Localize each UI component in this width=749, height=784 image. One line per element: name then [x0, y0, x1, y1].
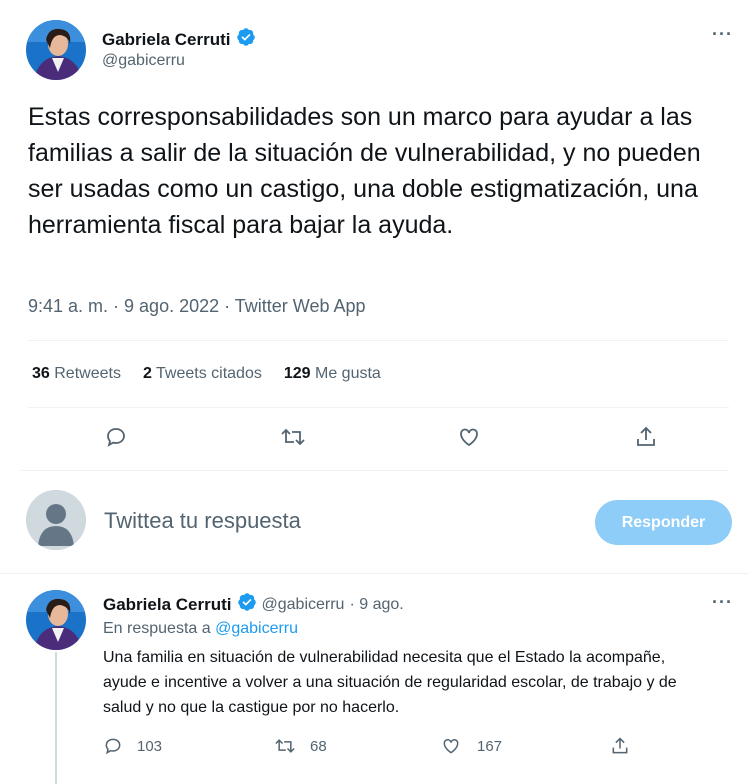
share-icon[interactable]: [610, 736, 630, 756]
tweet-timestamp[interactable]: 9:41 a. m. · 9 ago. 2022 · Twitter Web A…: [28, 296, 366, 317]
divider: [0, 573, 749, 574]
verified-badge-icon: [237, 592, 257, 617]
retweets-stat[interactable]: 36 Retweets: [32, 365, 121, 383]
author-handle[interactable]: @gabicerru: [102, 52, 185, 70]
retweet-icon[interactable]: [274, 736, 296, 756]
reply-action[interactable]: 103: [103, 736, 162, 756]
like-icon[interactable]: [441, 736, 461, 756]
reply-date[interactable]: · 9 ago.: [349, 596, 403, 614]
retweet-action[interactable]: 68: [274, 736, 327, 756]
reply-count: 103: [137, 737, 163, 755]
like-icon[interactable]: [457, 425, 481, 449]
reply-author-avatar[interactable]: [26, 590, 86, 650]
default-avatar-icon: [26, 490, 86, 550]
more-icon[interactable]: ···: [712, 592, 733, 613]
in-reply-to: En respuesta a @gabicerru: [103, 620, 299, 637]
reply-author-name[interactable]: Gabriela Cerruti: [103, 595, 232, 615]
like-action[interactable]: 167: [441, 736, 502, 756]
reply-input[interactable]: Twittea tu respuesta: [104, 508, 301, 534]
in-reply-to-handle[interactable]: @gabicerru: [215, 620, 298, 637]
reply-icon[interactable]: [104, 425, 128, 449]
reply-icon[interactable]: [103, 736, 123, 756]
like-count: 167: [477, 737, 503, 755]
author-name[interactable]: Gabriela Cerruti: [102, 30, 231, 50]
divider: [28, 407, 729, 408]
likes-stat[interactable]: 129 Me gusta: [284, 365, 381, 383]
divider: [20, 470, 729, 471]
tweet-text: Estas corresponsabilidades son un marco …: [28, 103, 701, 239]
reply-author-handle[interactable]: @gabicerru: [262, 596, 345, 614]
reply-tweet-text: Una familia en situación de vulnerabilid…: [103, 649, 677, 716]
share-icon[interactable]: [634, 425, 658, 449]
quotes-stat[interactable]: 2 Tweets citados: [143, 365, 262, 383]
verified-badge-icon: [236, 27, 256, 52]
tweet-stats: 36 Retweets 2 Tweets citados 129 Me gust…: [32, 365, 381, 383]
divider: [28, 340, 729, 341]
thread-line: [55, 652, 57, 784]
author-avatar[interactable]: [26, 20, 86, 80]
more-icon[interactable]: ···: [712, 24, 733, 45]
retweet-icon[interactable]: [280, 425, 306, 449]
reply-button[interactable]: Responder: [595, 500, 732, 545]
retweet-count: 68: [310, 737, 327, 755]
